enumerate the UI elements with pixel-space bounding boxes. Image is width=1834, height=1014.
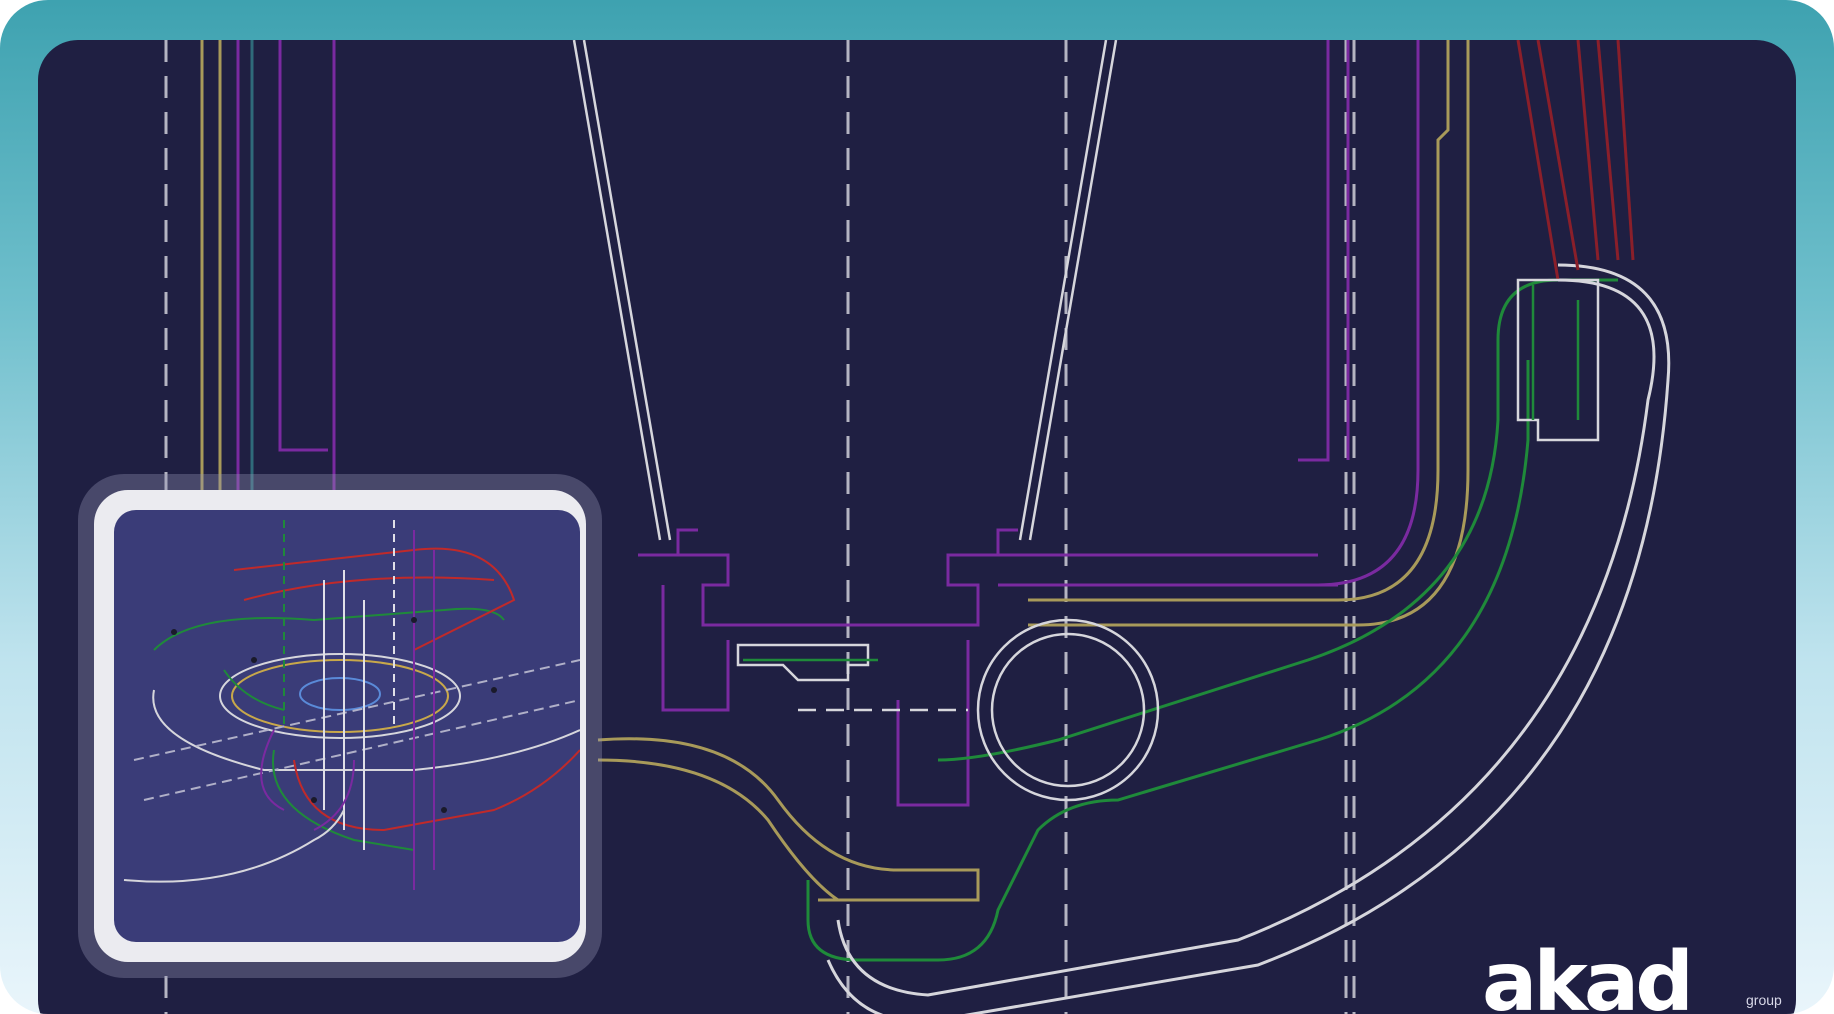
3d-model-inset bbox=[114, 510, 580, 942]
isometric-model-icon bbox=[123, 520, 580, 890]
logo-subtitle: group bbox=[1746, 992, 1782, 1008]
logo-wordmark: akad bbox=[1482, 935, 1694, 1014]
gradient-frame: akad group bbox=[0, 0, 1834, 1014]
akad-logo: akad group bbox=[1482, 935, 1796, 1014]
